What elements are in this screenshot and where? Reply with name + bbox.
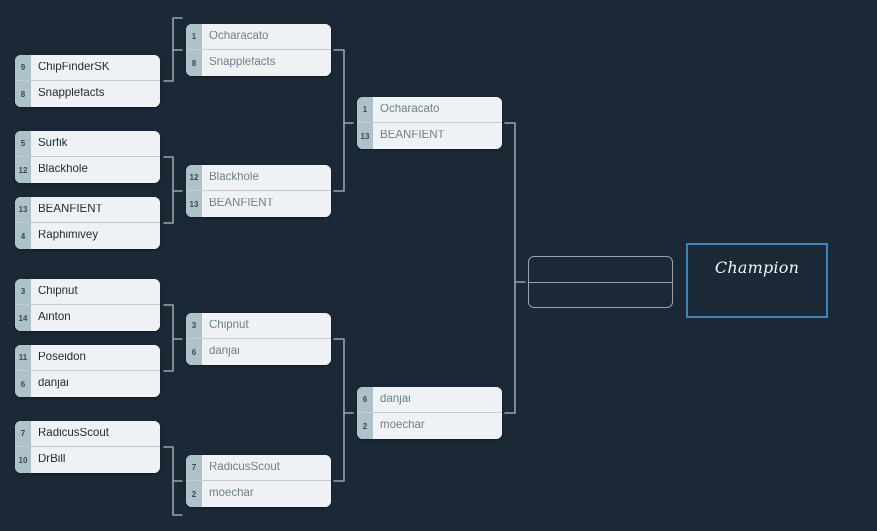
- seed-number: 8: [15, 81, 31, 107]
- tournament-bracket: 9 ChipFinderSK 8 Snapplefacts 5 Surfik 12 Black…: [0, 0, 877, 531]
- match-box-empty[interactable]: [528, 256, 673, 308]
- match-slot[interactable]: 2 moechar: [186, 481, 331, 507]
- match-slot[interactable]: 6 danjai: [15, 371, 160, 397]
- seed-number: 6: [186, 339, 202, 365]
- participant-name: Snapplefacts: [38, 88, 105, 100]
- seed-number: 13: [357, 123, 373, 149]
- participant-name: BEANFIENT: [209, 198, 274, 210]
- match-slot[interactable]: 8 Snapplefacts: [15, 81, 160, 107]
- participant-name: Poseidon: [38, 351, 86, 363]
- match-box[interactable]: 13 BEANFIENT 4 Raphimivey: [15, 197, 160, 249]
- seed-number: 13: [15, 197, 31, 222]
- match-slot[interactable]: 12 Blackhole: [15, 157, 160, 183]
- participant-name: Blackhole: [209, 171, 259, 183]
- match-box[interactable]: 3 Chipnut 6 danjai: [186, 313, 331, 365]
- seed-number: 12: [15, 157, 31, 183]
- match-slot[interactable]: 3 Chipnut: [15, 279, 160, 305]
- match-box[interactable]: 6 danjai 2 moechar: [357, 387, 502, 439]
- seed-number: 1: [357, 97, 373, 122]
- participant-name: Snapplefacts: [209, 57, 276, 69]
- participant-name: Ocharacato: [380, 103, 440, 115]
- match-slot[interactable]: 1 Ocharacato: [357, 97, 502, 123]
- match-box[interactable]: 11 Poseidon 6 danjai: [15, 345, 160, 397]
- seed-number: 14: [15, 305, 31, 331]
- participant-name: DrBill: [38, 454, 66, 466]
- participant-name: Ocharacato: [209, 30, 269, 42]
- match-slot[interactable]: 12 Blackhole: [186, 165, 331, 191]
- match-slot[interactable]: 13 BEANFIENT: [357, 123, 502, 149]
- match-box[interactable]: 12 Blackhole 13 BEANFIENT: [186, 165, 331, 217]
- seed-number: 3: [15, 279, 31, 304]
- match-slot[interactable]: 6 danjai: [186, 339, 331, 365]
- match-slot[interactable]: 14 Ainton: [15, 305, 160, 331]
- seed-number: 3: [186, 313, 202, 338]
- seed-number: 10: [15, 447, 31, 473]
- participant-name: moechar: [209, 488, 254, 500]
- seed-number: 6: [357, 387, 373, 412]
- participant-name: Surfik: [38, 137, 68, 149]
- match-box[interactable]: 3 Chipnut 14 Ainton: [15, 279, 160, 331]
- match-slot[interactable]: 7 RadicusScout: [15, 421, 160, 447]
- match-slot[interactable]: 11 Poseidon: [15, 345, 160, 371]
- match-slot[interactable]: 8 Snapplefacts: [186, 50, 331, 76]
- match-slot[interactable]: 3 Chipnut: [186, 313, 331, 339]
- match-slot[interactable]: 1 Ocharacato: [186, 24, 331, 50]
- participant-name: Raphimivey: [38, 230, 99, 242]
- participant-name: BEANFIENT: [38, 203, 103, 215]
- seed-number: 13: [186, 191, 202, 217]
- match-slot[interactable]: 7 RadicusScout: [186, 455, 331, 481]
- match-slot[interactable]: 5 Surfik: [15, 131, 160, 157]
- seed-number: 1: [186, 24, 202, 49]
- seed-number: 2: [357, 413, 373, 439]
- match-slot[interactable]: 6 danjai: [357, 387, 502, 413]
- seed-number: 6: [15, 371, 31, 397]
- match-box[interactable]: 1 Ocharacato 8 Snapplefacts: [186, 24, 331, 76]
- participant-name: Ainton: [38, 312, 71, 324]
- seed-number: 2: [186, 481, 202, 507]
- match-slot[interactable]: 9 ChipFinderSK: [15, 55, 160, 81]
- match-slot[interactable]: 13 BEANFIENT: [186, 191, 331, 217]
- match-slot[interactable]: 10 DrBill: [15, 447, 160, 473]
- participant-name: danjai: [209, 346, 240, 358]
- seed-number: 12: [186, 165, 202, 190]
- participant-name: Blackhole: [38, 164, 88, 176]
- seed-number: 4: [15, 223, 31, 249]
- seed-number: 7: [15, 421, 31, 446]
- participant-name: danjai: [380, 393, 411, 405]
- match-box[interactable]: 7 RadicusScout 2 moechar: [186, 455, 331, 507]
- seed-number: 8: [186, 50, 202, 76]
- match-box[interactable]: 9 ChipFinderSK 8 Snapplefacts: [15, 55, 160, 107]
- champion-box[interactable]: Champion: [686, 243, 828, 318]
- seed-number: 11: [15, 345, 31, 370]
- participant-name: RadicusScout: [209, 461, 280, 473]
- match-slot[interactable]: 4 Raphimivey: [15, 223, 160, 249]
- champion-label: Champion: [714, 258, 800, 277]
- participant-name: ChipFinderSK: [38, 61, 110, 73]
- participant-name: BEANFIENT: [380, 130, 445, 142]
- match-box[interactable]: 5 Surfik 12 Blackhole: [15, 131, 160, 183]
- match-slot[interactable]: 13 BEANFIENT: [15, 197, 160, 223]
- participant-name: Chipnut: [209, 319, 249, 331]
- seed-number: 5: [15, 131, 31, 156]
- participant-name: moechar: [380, 420, 425, 432]
- match-slot[interactable]: 2 moechar: [357, 413, 502, 439]
- participant-name: danjai: [38, 378, 69, 390]
- seed-number: 9: [15, 55, 31, 80]
- match-divider: [529, 282, 672, 283]
- participant-name: RadicusScout: [38, 427, 109, 439]
- match-box[interactable]: 1 Ocharacato 13 BEANFIENT: [357, 97, 502, 149]
- seed-number: 7: [186, 455, 202, 480]
- participant-name: Chipnut: [38, 285, 78, 297]
- match-box[interactable]: 7 RadicusScout 10 DrBill: [15, 421, 160, 473]
